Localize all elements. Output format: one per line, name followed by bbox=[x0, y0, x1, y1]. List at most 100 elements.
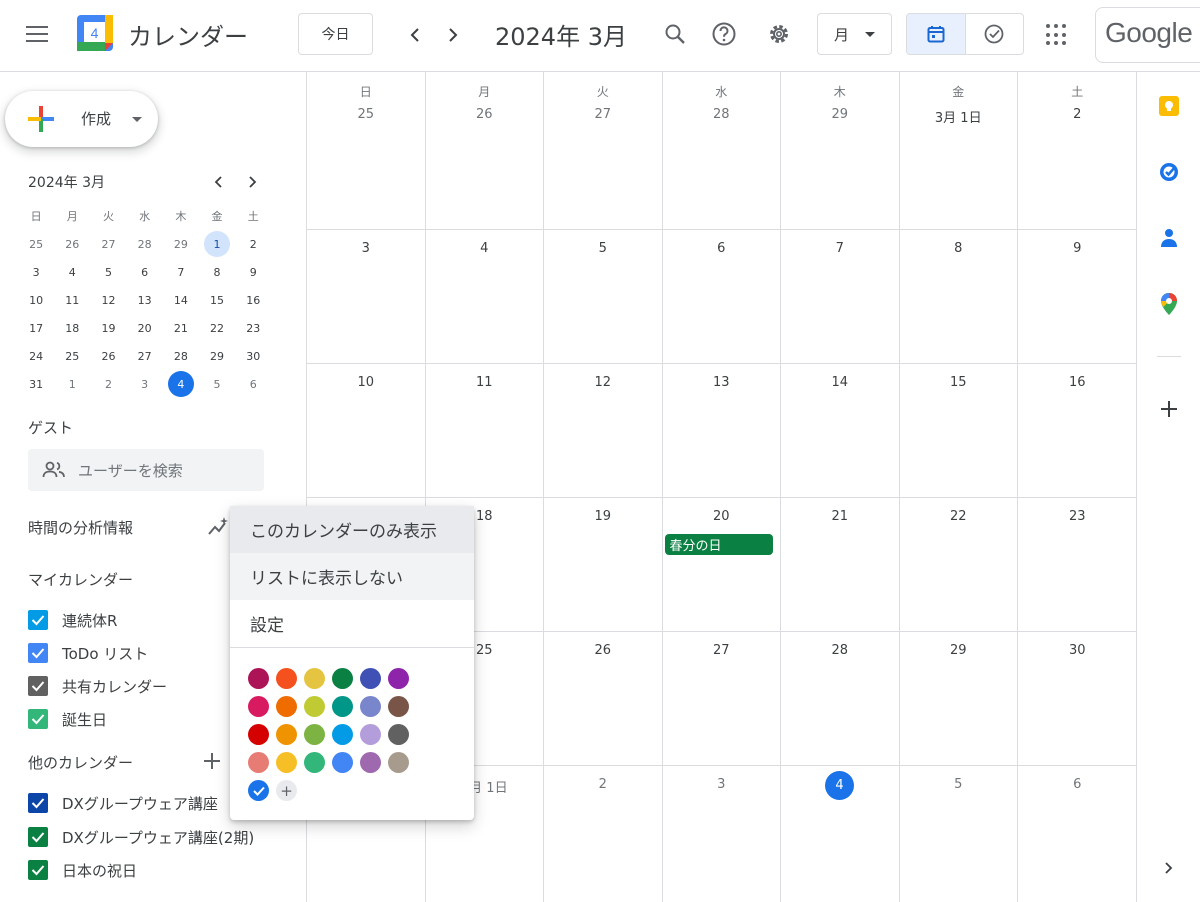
color-swatch[interactable] bbox=[304, 724, 325, 745]
checkbox-checked-icon[interactable] bbox=[28, 793, 48, 813]
mini-day[interactable]: 16 bbox=[235, 286, 271, 314]
mini-day[interactable]: 29 bbox=[163, 230, 199, 258]
contacts-icon[interactable] bbox=[1157, 226, 1181, 250]
mini-day[interactable]: 27 bbox=[127, 342, 163, 370]
day-number[interactable]: 12 bbox=[544, 375, 662, 390]
my-calendar-item[interactable]: 連続体R bbox=[28, 608, 117, 632]
color-swatch[interactable] bbox=[276, 696, 297, 717]
maps-icon[interactable] bbox=[1157, 292, 1181, 316]
prev-month-button[interactable] bbox=[400, 20, 430, 50]
day-cell[interactable]: 13 bbox=[663, 364, 781, 497]
color-swatch[interactable] bbox=[248, 696, 269, 717]
day-cell[interactable]: 5 bbox=[900, 766, 1018, 902]
holiday-event-chip[interactable]: 春分の日 bbox=[664, 534, 773, 555]
day-number[interactable]: 5 bbox=[900, 777, 1018, 792]
create-button[interactable]: 作成 bbox=[5, 91, 158, 147]
mini-day[interactable]: 28 bbox=[163, 342, 199, 370]
day-number[interactable]: 2 bbox=[544, 777, 662, 792]
mini-day[interactable]: 7 bbox=[163, 258, 199, 286]
day-number[interactable]: 3 bbox=[663, 777, 781, 792]
mini-day[interactable]: 2 bbox=[235, 230, 271, 258]
mini-day[interactable]: 23 bbox=[235, 314, 271, 342]
day-cell[interactable]: 日 25 bbox=[307, 72, 426, 229]
day-number[interactable]: 25 bbox=[307, 107, 425, 122]
day-number[interactable]: 6 bbox=[1018, 777, 1137, 792]
checkbox-checked-icon[interactable] bbox=[28, 827, 48, 847]
mini-day[interactable]: 20 bbox=[127, 314, 163, 342]
day-cell[interactable]: 金 3月 1日 bbox=[900, 72, 1018, 229]
color-swatch[interactable] bbox=[360, 696, 381, 717]
day-number[interactable]: 2 bbox=[1018, 107, 1137, 122]
add-calendar-plus-icon[interactable] bbox=[201, 750, 223, 772]
mini-day[interactable]: 28 bbox=[127, 230, 163, 258]
day-cell[interactable]: 3 bbox=[307, 230, 426, 363]
guest-search-input[interactable]: ユーザーを検索 bbox=[28, 449, 264, 491]
search-button[interactable] bbox=[661, 20, 689, 48]
checkbox-checked-icon[interactable] bbox=[28, 643, 48, 663]
insights-section-title[interactable]: 時間の分析情報 bbox=[28, 517, 133, 538]
day-cell[interactable]: 16 bbox=[1018, 364, 1137, 497]
day-cell[interactable]: 6 bbox=[1018, 766, 1137, 902]
day-cell[interactable]: 8 bbox=[900, 230, 1018, 363]
calendar-view-toggle[interactable] bbox=[907, 14, 966, 54]
day-number[interactable]: 20 bbox=[663, 509, 781, 524]
other-calendar-item[interactable]: 日本の祝日 bbox=[28, 858, 137, 882]
day-number[interactable]: 27 bbox=[544, 107, 662, 122]
day-number[interactable]: 11 bbox=[426, 375, 544, 390]
settings-button[interactable] bbox=[765, 20, 793, 48]
selected-color-check-icon[interactable] bbox=[248, 780, 269, 801]
mini-day[interactable]: 6 bbox=[127, 258, 163, 286]
mini-day[interactable]: 5 bbox=[199, 370, 235, 398]
day-cell[interactable]: 30 bbox=[1018, 632, 1137, 765]
mini-day[interactable]: 8 bbox=[199, 258, 235, 286]
day-cell[interactable]: 9 bbox=[1018, 230, 1137, 363]
chevron-right-icon[interactable] bbox=[1157, 856, 1181, 880]
mini-day[interactable]: 21 bbox=[163, 314, 199, 342]
color-swatch[interactable] bbox=[360, 668, 381, 689]
mini-day[interactable]: 9 bbox=[235, 258, 271, 286]
mini-day[interactable]: 3 bbox=[18, 258, 54, 286]
mini-day[interactable]: 19 bbox=[90, 314, 126, 342]
day-number[interactable]: 23 bbox=[1018, 509, 1137, 524]
tasks-icon[interactable] bbox=[1157, 160, 1181, 184]
day-number[interactable]: 22 bbox=[900, 509, 1018, 524]
today-day-number[interactable]: 4 bbox=[825, 771, 854, 800]
other-calendar-item[interactable]: DXグループウェア講座 bbox=[28, 791, 218, 815]
mini-day[interactable]: 31 bbox=[18, 370, 54, 398]
mini-day[interactable]: 25 bbox=[54, 342, 90, 370]
add-addon-plus-icon[interactable] bbox=[1157, 397, 1181, 421]
color-swatch[interactable] bbox=[388, 696, 409, 717]
mini-day[interactable]: 22 bbox=[199, 314, 235, 342]
color-swatch[interactable] bbox=[360, 724, 381, 745]
day-number[interactable]: 9 bbox=[1018, 241, 1137, 256]
color-swatch[interactable] bbox=[332, 668, 353, 689]
day-cell[interactable]: 木 29 bbox=[781, 72, 900, 229]
checkbox-checked-icon[interactable] bbox=[28, 610, 48, 630]
day-cell[interactable]: 4 bbox=[426, 230, 544, 363]
mini-day[interactable]: 27 bbox=[90, 230, 126, 258]
color-swatch[interactable] bbox=[332, 752, 353, 773]
insights-sparkle-icon[interactable] bbox=[207, 516, 229, 538]
color-swatch[interactable] bbox=[248, 724, 269, 745]
color-swatch[interactable] bbox=[276, 668, 297, 689]
day-cell[interactable]: 11 bbox=[426, 364, 544, 497]
day-number[interactable]: 15 bbox=[900, 375, 1018, 390]
color-swatch[interactable] bbox=[304, 752, 325, 773]
checkbox-checked-icon[interactable] bbox=[28, 676, 48, 696]
day-number[interactable]: 16 bbox=[1018, 375, 1137, 390]
day-number[interactable]: 21 bbox=[781, 509, 899, 524]
day-number[interactable]: 30 bbox=[1018, 643, 1137, 658]
menu-item-display-only[interactable]: このカレンダーのみ表示 bbox=[230, 506, 474, 553]
day-number[interactable]: 3 bbox=[307, 241, 425, 256]
mini-day[interactable]: 26 bbox=[90, 342, 126, 370]
color-swatch[interactable] bbox=[304, 696, 325, 717]
my-calendars-title[interactable]: マイカレンダー bbox=[28, 569, 133, 590]
view-selector[interactable]: 月 bbox=[817, 13, 892, 55]
keep-icon[interactable] bbox=[1157, 94, 1181, 118]
main-menu-icon[interactable] bbox=[26, 26, 48, 44]
mini-day[interactable]: 18 bbox=[54, 314, 90, 342]
mini-day[interactable]: 11 bbox=[54, 286, 90, 314]
menu-item-hide-from-list[interactable]: リストに表示しない bbox=[230, 553, 474, 600]
today-button[interactable]: 今日 bbox=[298, 13, 373, 55]
day-cell[interactable]: 21 bbox=[781, 498, 900, 631]
